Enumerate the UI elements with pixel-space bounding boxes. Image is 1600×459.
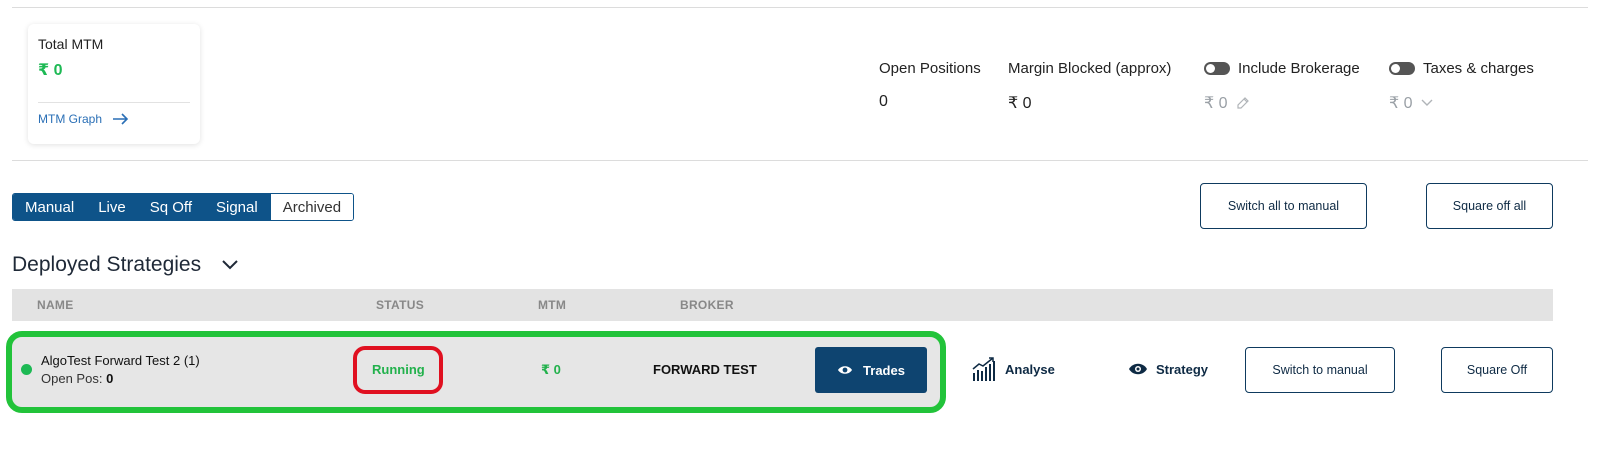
tab-archived[interactable]: Archived — [269, 194, 354, 220]
margin-blocked-stat: Margin Blocked (approx) ₹ 0 — [1008, 60, 1171, 113]
row-mtm-value: ₹ 0 — [541, 362, 561, 377]
edit-icon[interactable] — [1236, 96, 1250, 110]
tab-sq-off[interactable]: Sq Off — [137, 194, 204, 220]
open-positions-stat: Open Positions 0 — [879, 60, 981, 111]
table-header: NAME STATUS MTM BROKER — [12, 289, 1553, 321]
open-pos: Open Pos: 0 — [41, 371, 113, 386]
eye-icon — [838, 366, 853, 374]
deployed-strategies-header: Deployed Strategies — [12, 253, 239, 277]
summary-divider — [12, 160, 1588, 161]
square-off-button[interactable]: Square Off — [1441, 347, 1553, 393]
margin-blocked-value: ₹ 0 — [1008, 95, 1032, 112]
taxes-charges-label: Taxes & charges — [1423, 60, 1534, 77]
column-header-name: NAME — [37, 298, 74, 312]
square-off-all-button[interactable]: Square off all — [1426, 183, 1553, 229]
mtm-graph-link[interactable]: MTM Graph — [38, 112, 190, 126]
row-highlight-outline — [6, 331, 946, 413]
broker-name: FORWARD TEST — [653, 362, 757, 377]
taxes-charges-value: ₹ 0 — [1389, 95, 1413, 112]
arrow-right-icon — [113, 113, 129, 125]
chevron-down-icon[interactable] — [221, 259, 239, 271]
margin-blocked-label: Margin Blocked (approx) — [1008, 60, 1172, 77]
tab-signal[interactable]: Signal — [203, 194, 270, 220]
total-mtm-value: ₹ 0 — [38, 62, 63, 79]
strategy-button[interactable]: Strategy — [1128, 356, 1208, 382]
include-brokerage-toggle[interactable] — [1204, 62, 1230, 75]
total-mtm-label: Total MTM — [38, 36, 104, 52]
eye-icon — [1129, 363, 1147, 375]
total-mtm-card: Total MTM ₹ 0 MTM Graph — [28, 24, 200, 144]
taxes-charges-stat: Taxes & charges ₹ 0 — [1389, 60, 1534, 113]
chevron-down-icon[interactable] — [1421, 99, 1433, 107]
tab-live[interactable]: Live — [86, 194, 138, 220]
open-positions-value: 0 — [879, 93, 888, 110]
include-brokerage-value: ₹ 0 — [1204, 95, 1228, 112]
switch-to-manual-button[interactable]: Switch to manual — [1245, 347, 1395, 393]
card-divider — [38, 102, 190, 103]
top-divider — [12, 7, 1588, 8]
trades-label: Trades — [863, 362, 905, 378]
active-status-dot — [21, 364, 32, 375]
column-header-mtm: MTM — [538, 298, 567, 312]
open-pos-label: Open Pos: — [41, 371, 103, 386]
analyse-button[interactable]: Analyse — [971, 356, 1055, 382]
analytics-chart-icon — [972, 357, 995, 381]
section-title: Deployed Strategies — [12, 253, 202, 276]
open-positions-label: Open Positions — [879, 60, 981, 77]
switch-all-to-manual-button[interactable]: Switch all to manual — [1200, 183, 1367, 229]
mtm-graph-label: MTM Graph — [38, 112, 103, 126]
tab-manual[interactable]: Manual — [13, 194, 87, 220]
strategy-filter-tabs: Manual Live Sq Off Signal Archived — [12, 193, 355, 221]
include-brokerage-stat: Include Brokerage ₹ 0 — [1204, 60, 1360, 113]
strategy-name[interactable]: AlgoTest Forward Test 2 (1) — [41, 353, 200, 368]
trades-button[interactable]: Trades — [815, 347, 927, 393]
analyse-label: Analyse — [1005, 361, 1055, 377]
include-brokerage-label: Include Brokerage — [1238, 60, 1360, 77]
open-pos-value: 0 — [106, 371, 114, 386]
column-header-broker: BROKER — [680, 298, 734, 312]
strategy-label: Strategy — [1156, 361, 1209, 377]
taxes-charges-toggle[interactable] — [1389, 62, 1415, 75]
status-badge: Running — [372, 362, 425, 377]
column-header-status: STATUS — [376, 298, 425, 312]
